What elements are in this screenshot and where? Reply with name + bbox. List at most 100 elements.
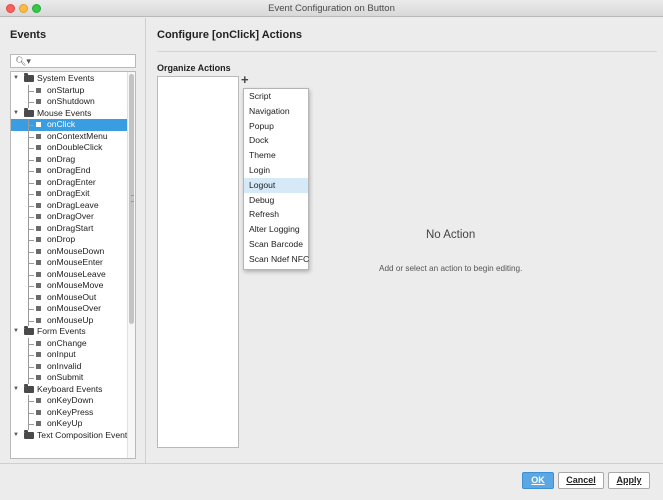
event-icon xyxy=(36,421,41,426)
tree-item[interactable]: onInvalid xyxy=(11,360,128,372)
menu-item-refresh[interactable]: Refresh xyxy=(244,207,308,222)
tree-connector xyxy=(28,286,34,287)
tree-item-label: onShutdown xyxy=(47,96,95,106)
menu-item-dock[interactable]: Dock xyxy=(244,133,308,148)
tree-item-selected[interactable]: onClick xyxy=(11,119,128,131)
tree-item[interactable]: onDragEnd xyxy=(11,165,128,177)
menu-item-scan-barcode[interactable]: Scan Barcode xyxy=(244,237,308,252)
tree-item-label: onMouseDown xyxy=(47,245,105,256)
add-action-icon[interactable]: + xyxy=(241,73,249,86)
tree-item[interactable]: onDrop xyxy=(11,234,128,246)
disclosure-triangle-icon[interactable]: ▼ xyxy=(13,73,19,85)
tree-item-label: onKeyPress xyxy=(47,406,94,417)
menu-item-script[interactable]: Script xyxy=(244,89,308,104)
disclosure-triangle-icon[interactable]: ▼ xyxy=(13,384,19,396)
apply-button[interactable]: Apply xyxy=(608,472,650,489)
tree-item-label: onChange xyxy=(47,337,87,348)
event-icon xyxy=(36,375,41,380)
tree-item[interactable]: onMouseLeave xyxy=(11,268,128,280)
tree-item[interactable]: onKeyPress xyxy=(11,406,128,418)
disclosure-triangle-icon[interactable]: ▼ xyxy=(13,108,19,120)
scrollbar-thumb[interactable] xyxy=(129,74,134,324)
tree-item[interactable]: onMouseEnter xyxy=(11,257,128,269)
menu-item-navigation[interactable]: Navigation xyxy=(244,104,308,119)
tree-category[interactable]: ▼ Text Composition Events xyxy=(11,429,132,442)
dialog-button-bar: OK Cancel Apply xyxy=(0,463,663,500)
tree-item[interactable]: onMouseOut xyxy=(11,291,128,303)
tree-category-label: Mouse Events xyxy=(37,107,92,118)
event-icon xyxy=(36,168,41,173)
event-icon xyxy=(36,87,41,93)
event-icon xyxy=(36,260,41,265)
tree-connector xyxy=(28,343,34,345)
tree-connector xyxy=(28,251,34,253)
header-divider xyxy=(157,51,657,52)
tree-item[interactable]: onKeyUp xyxy=(11,418,128,430)
tree-item-label: onDragEnter xyxy=(47,176,96,187)
tree-item-label: onInvalid xyxy=(47,360,82,371)
tree-connector xyxy=(28,412,34,414)
window-title: Event Configuration on Button xyxy=(268,3,395,14)
empty-state-hint: Add or select an action to begin editing… xyxy=(379,264,523,273)
event-icon xyxy=(36,179,41,185)
tree-category-label: System Events xyxy=(37,73,95,83)
tree-item[interactable]: onMouseDown xyxy=(11,245,128,257)
tree-item[interactable]: onDragExit xyxy=(11,188,128,200)
tree-category[interactable]: ▼ System Events xyxy=(11,73,128,85)
tree-item[interactable]: onChange xyxy=(11,337,128,349)
folder-icon xyxy=(24,383,34,393)
tree-category[interactable]: ▼ Form Events xyxy=(11,326,128,338)
window-titlebar: Event Configuration on Button xyxy=(0,0,663,17)
folder-icon xyxy=(24,73,34,82)
tree-item[interactable]: onStartup xyxy=(11,84,128,96)
disclosure-triangle-icon[interactable]: ▼ xyxy=(13,326,19,338)
tree-connector xyxy=(28,136,34,138)
event-icon xyxy=(36,352,41,357)
tree-item-label: onContextMenu xyxy=(47,130,108,141)
event-icon xyxy=(36,122,41,127)
tree-item-label: onStartup xyxy=(47,84,85,95)
tree-item[interactable]: onMouseMove xyxy=(11,280,128,292)
tree-item[interactable]: onMouseUp xyxy=(11,314,128,326)
menu-item-debug[interactable]: Debug xyxy=(244,193,308,208)
tree-connector xyxy=(28,378,34,379)
menu-item-alter-logging[interactable]: Alter Logging xyxy=(244,222,308,237)
tree-item[interactable]: onDoubleClick xyxy=(11,142,128,154)
tree-category[interactable]: ▼ Mouse Events xyxy=(11,107,128,120)
event-icon xyxy=(36,99,41,104)
tree-item[interactable]: onMouseOver xyxy=(11,303,128,315)
tree-item[interactable]: onDrag xyxy=(11,153,128,165)
tree-item-label: onMouseOver xyxy=(47,303,101,313)
menu-item-scan-ndef-nfc[interactable]: Scan Ndef NFC xyxy=(244,252,309,267)
tree-item[interactable]: onShutdown xyxy=(11,96,128,108)
tree-item[interactable]: onDragOver xyxy=(11,211,128,223)
menu-item-logout[interactable]: Logout xyxy=(244,177,308,193)
tree-category-label: Form Events xyxy=(37,326,86,336)
menu-item-login[interactable]: Login xyxy=(244,163,308,178)
menu-item-popup[interactable]: Popup xyxy=(244,119,308,134)
menu-item-theme[interactable]: Theme xyxy=(244,148,308,163)
actions-list[interactable] xyxy=(157,76,239,448)
tree-connector xyxy=(28,228,34,230)
tree-scrollbar[interactable] xyxy=(127,72,135,458)
tree-item[interactable]: onSubmit xyxy=(11,372,128,384)
tree-item[interactable]: onKeyDown xyxy=(11,395,128,407)
ok-button[interactable]: OK xyxy=(522,472,554,489)
events-panel: Events 🔍︎▾ ▼ Text Composition Events onKey… xyxy=(0,18,146,463)
tree-item[interactable]: onDragLeave xyxy=(11,199,128,211)
tree-item[interactable]: onDragStart xyxy=(11,222,128,234)
tree-item[interactable]: onInput xyxy=(11,349,128,361)
event-icon xyxy=(36,248,41,254)
events-search-input[interactable]: 🔍︎▾ xyxy=(10,54,136,68)
event-icon xyxy=(36,133,41,139)
page-title: Configure [onClick] Actions xyxy=(157,29,303,41)
tree-category-label: Keyboard Events xyxy=(37,383,103,394)
cancel-button[interactable]: Cancel xyxy=(558,472,604,489)
event-icon xyxy=(36,214,41,219)
folder-icon xyxy=(24,326,34,335)
tree-item[interactable]: onDragEnter xyxy=(11,176,128,188)
disclosure-triangle-icon[interactable]: ▼ xyxy=(13,430,19,442)
tree-connector xyxy=(28,320,34,322)
tree-category[interactable]: ▼ Keyboard Events xyxy=(11,383,128,396)
tree-item[interactable]: onContextMenu xyxy=(11,130,128,142)
